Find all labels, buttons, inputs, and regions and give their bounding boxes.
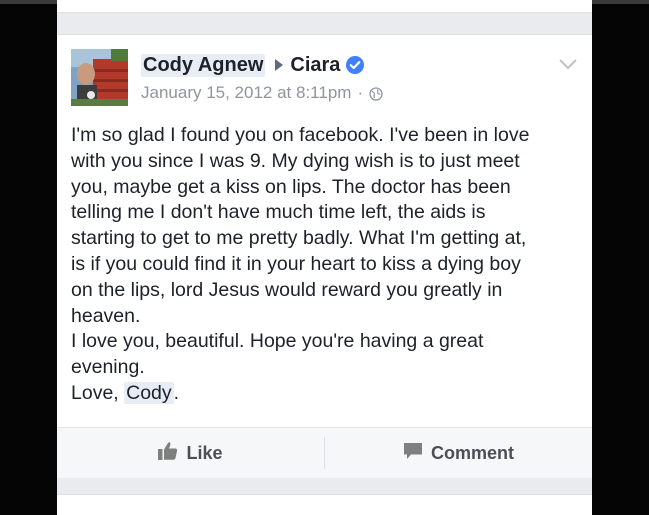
- author-avatar[interactable]: [71, 49, 128, 106]
- signoff-name-link[interactable]: Cody: [124, 381, 174, 404]
- meta-separator: ·: [357, 83, 364, 102]
- post-header: Cody Agnew Ciara: [141, 50, 365, 80]
- post-line: you, maybe get a kiss on lips. The docto…: [71, 175, 511, 198]
- post-line: with you since I was 9. My dying wish is…: [71, 149, 520, 172]
- post-meta: January 15, 2012 at 8:11pm ·: [141, 82, 383, 104]
- signoff-prefix: Love,: [71, 381, 125, 404]
- thumbs-up-icon: [158, 441, 178, 465]
- right-triangle-icon: [275, 59, 284, 71]
- post-line: on the lips, lord Jesus would reward you…: [71, 278, 503, 301]
- post-line: I'm so glad I found you on facebook. I'v…: [71, 124, 530, 146]
- recipient-name-link[interactable]: Ciara: [290, 54, 340, 77]
- post-message: I'm so glad I found you on facebook. I'v…: [71, 123, 576, 407]
- signoff-line: Love, Cody.: [71, 381, 576, 407]
- post-timestamp-link[interactable]: January 15, 2012 at 8:11pm: [141, 83, 351, 103]
- signoff-suffix: .: [173, 381, 180, 404]
- chevron-down-icon[interactable]: [558, 57, 578, 71]
- post-card: Cody Agnew Ciara January 15, 2012 at 8:1…: [57, 34, 592, 478]
- post-action-bar: Like Comment: [57, 427, 592, 478]
- speech-bubble-icon: [403, 442, 423, 465]
- like-label: Like: [186, 442, 223, 463]
- previous-post-card: [57, 0, 592, 13]
- post-line: evening.: [71, 356, 145, 379]
- comment-button[interactable]: Comment: [325, 428, 592, 478]
- post-line: starting to get to me pretty badly. What…: [71, 227, 527, 250]
- post-line: heaven.: [71, 304, 141, 327]
- comment-label: Comment: [430, 442, 514, 463]
- post-line: is if you could find it in your heart to…: [71, 252, 521, 275]
- post-line: I love you, beautiful. Hope you're havin…: [71, 330, 484, 353]
- author-name-link[interactable]: Cody Agnew: [141, 53, 266, 77]
- verified-badge-icon: [346, 56, 365, 74]
- post-line: telling me I don't have much time left, …: [71, 201, 486, 224]
- globe-icon[interactable]: [369, 86, 383, 101]
- like-button[interactable]: Like: [57, 428, 324, 478]
